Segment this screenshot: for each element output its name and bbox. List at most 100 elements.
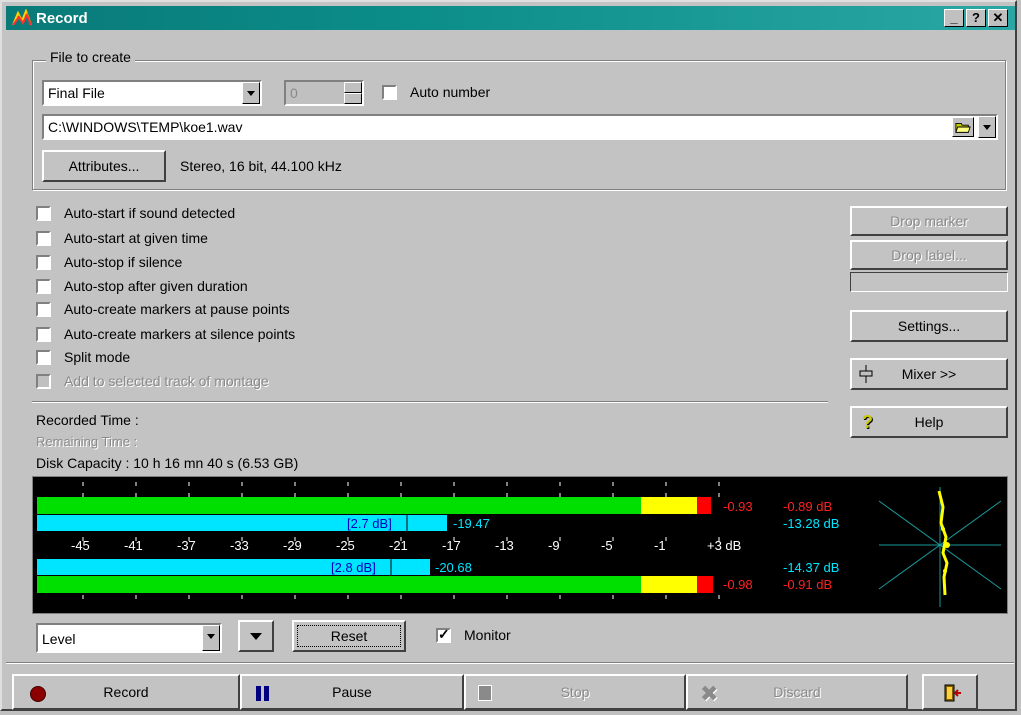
discard-x-icon: ✖ (700, 681, 719, 706)
level-bar-top-green (37, 497, 641, 514)
level-meter: -0.93 -0.89 dB [2.7 dB] -19.47 -13.28 dB… (32, 476, 1008, 614)
scale-label: -45 (71, 538, 90, 553)
auto-number-checkbox[interactable] (382, 85, 397, 100)
drop-label-button[interactable]: Drop label... (850, 240, 1008, 270)
level-top-peak: -0.93 (723, 499, 753, 514)
title-bar[interactable]: Record _ ? ✕ (6, 6, 1015, 30)
level-bar-bottom-red (697, 576, 713, 593)
path-history-dropdown[interactable] (978, 116, 996, 138)
help-label: Help (914, 414, 944, 430)
scale-label: -17 (442, 538, 461, 553)
help-title-button[interactable]: ? (966, 9, 986, 27)
pause-icon-bar (264, 686, 269, 701)
chevron-down-icon[interactable] (242, 82, 260, 104)
disk-capacity-label: Disk Capacity : 10 h 16 mn 40 s (6.53 GB… (36, 455, 299, 471)
folder-open-icon[interactable] (952, 117, 974, 137)
number-value: 0 (290, 85, 298, 101)
scale-label: -9 (548, 538, 560, 553)
option-checkbox-4[interactable] (36, 302, 51, 317)
window-title: Record (36, 10, 88, 27)
meter-options-button[interactable] (238, 620, 274, 652)
scale-label: +3 dB (707, 538, 741, 553)
level-bar-top-red (697, 497, 711, 514)
file-path-value: C:\WINDOWS\TEMP\koe1.wav (48, 119, 243, 135)
record-button[interactable]: Record (12, 674, 240, 710)
stop-icon (478, 685, 492, 701)
reset-button[interactable]: Reset (292, 620, 406, 652)
pause-label: Pause (332, 684, 372, 700)
settings-button[interactable]: Settings... (850, 310, 1008, 342)
stepper-down-icon[interactable] (344, 93, 362, 104)
remaining-time-label: Remaining Time : (36, 434, 138, 449)
option-checkbox-0[interactable] (36, 206, 51, 221)
discard-label: Discard (773, 684, 821, 700)
auto-number-label: Auto number (410, 84, 491, 100)
phase-scope (878, 487, 1002, 607)
discard-button[interactable]: ✖ Discard (686, 674, 908, 710)
meter-mode-value: Level (42, 631, 76, 647)
marker-status-field (850, 272, 1008, 292)
level-bar-bottom-yellow (641, 576, 697, 593)
stop-label: Stop (560, 684, 590, 700)
option-checkbox-2[interactable] (36, 255, 51, 270)
scale-label: -1 (654, 538, 666, 553)
drop-marker-button[interactable]: Drop marker (850, 206, 1008, 236)
scale-label: -29 (283, 538, 302, 553)
stop-button[interactable]: Stop (464, 674, 686, 710)
file-group-legend: File to create (46, 49, 135, 65)
format-text: Stereo, 16 bit, 44.100 kHz (180, 158, 342, 174)
option-checkbox-7[interactable] (36, 374, 51, 389)
level-bar-bottom-green (37, 576, 641, 593)
monitor-label: Monitor (464, 627, 511, 643)
file-type-value: Final File (48, 85, 105, 101)
scale-label: -37 (177, 538, 196, 553)
help-button[interactable]: ? Help (850, 406, 1008, 438)
rms-bottom-value: -20.68 (435, 560, 472, 575)
mixer-label: Mixer >> (901, 366, 957, 382)
option-checkbox-3[interactable] (36, 279, 51, 294)
file-type-combo[interactable]: Final File (42, 80, 262, 106)
rms-bottom-max: -14.37 dB (783, 560, 839, 575)
scale-label: -13 (495, 538, 514, 553)
chevron-down-icon[interactable] (202, 625, 220, 651)
close-button[interactable]: ✕ (988, 9, 1008, 27)
pause-button[interactable]: Pause (240, 674, 464, 710)
option-label-1: Auto-start at given time (64, 230, 208, 246)
rms-top-value: -19.47 (453, 516, 490, 531)
number-stepper[interactable]: 0 (284, 80, 364, 106)
option-label-4: Auto-create markers at pause points (64, 301, 290, 317)
mixer-button[interactable]: Mixer >> (850, 358, 1008, 390)
level-bottom-max: -0.91 dB (783, 577, 832, 592)
rms-top-max: -13.28 dB (783, 516, 839, 531)
meter-graphic: -0.93 -0.89 dB [2.7 dB] -19.47 -13.28 dB… (37, 482, 1002, 607)
file-path-input[interactable]: C:\WINDOWS\TEMP\koe1.wav (42, 114, 998, 140)
option-label-5: Auto-create markers at silence points (64, 326, 296, 342)
recorded-time-label: Recorded Time : (36, 412, 139, 428)
scale-label: -41 (124, 538, 143, 553)
level-bar-top-yellow (641, 497, 697, 514)
rms-bottom-tag: [2.8 dB] (331, 560, 376, 575)
pause-icon (256, 686, 261, 701)
monitor-checkbox[interactable] (436, 626, 451, 643)
option-label-7: Add to selected track of montage (64, 373, 269, 389)
record-icon (30, 686, 46, 702)
minimize-button[interactable]: _ (944, 9, 964, 27)
option-checkbox-5[interactable] (36, 327, 51, 342)
help-question-icon: ? (862, 412, 873, 432)
scale-label: -5 (601, 538, 613, 553)
record-label: Record (103, 684, 149, 700)
mixer-fader-icon (859, 365, 873, 383)
option-label-6: Split mode (64, 349, 131, 365)
level-top-max: -0.89 dB (783, 499, 832, 514)
option-label-0: Auto-start if sound detected (64, 205, 236, 221)
meter-mode-combo[interactable]: Level (36, 623, 222, 653)
attributes-button[interactable]: Attributes... (42, 150, 166, 182)
triangle-down-icon (250, 633, 262, 640)
option-checkbox-6[interactable] (36, 350, 51, 365)
app-logo-icon (12, 9, 32, 26)
stepper-up-icon[interactable] (344, 82, 362, 93)
option-checkbox-1[interactable] (36, 231, 51, 246)
options-separator (32, 401, 828, 403)
option-label-2: Auto-stop if silence (64, 254, 183, 270)
exit-button[interactable] (922, 674, 978, 710)
